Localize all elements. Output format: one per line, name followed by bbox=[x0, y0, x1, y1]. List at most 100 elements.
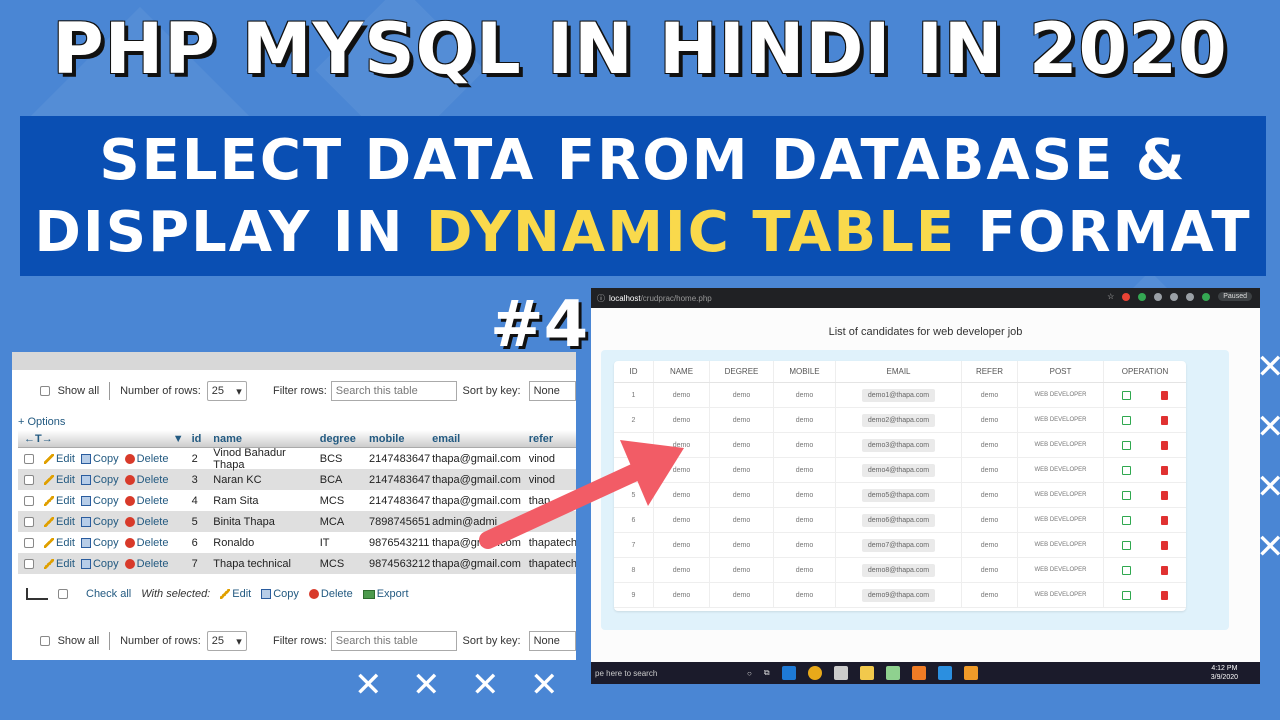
edit-icon[interactable] bbox=[1122, 440, 1131, 450]
row-checkbox[interactable] bbox=[24, 537, 34, 548]
cell-email: demo5@thapa.com bbox=[836, 483, 962, 507]
extension-icon[interactable] bbox=[1170, 292, 1179, 301]
bulk-export-button[interactable]: Export bbox=[362, 588, 409, 600]
taskbar-search[interactable]: pe here to search bbox=[591, 669, 741, 678]
show-all-checkbox-bottom[interactable] bbox=[40, 636, 50, 646]
row-copy-button[interactable]: Copy bbox=[80, 495, 119, 507]
bulk-delete-button[interactable]: Delete bbox=[308, 588, 353, 600]
row-checkbox[interactable] bbox=[24, 474, 34, 485]
cell-email: demo4@thapa.com bbox=[836, 458, 962, 482]
star-icon[interactable]: ☆ bbox=[1107, 292, 1114, 301]
cell-degree: demo bbox=[710, 433, 774, 457]
row-edit-button[interactable]: Edit bbox=[44, 516, 75, 528]
edit-icon[interactable] bbox=[1122, 490, 1131, 500]
browser-address-bar[interactable]: ⓘ localhost/crudprac/home.php ☆ Paused bbox=[591, 288, 1260, 308]
cell-name: Ronaldo bbox=[213, 536, 255, 549]
cell-refer: demo bbox=[962, 558, 1018, 582]
check-all-checkbox[interactable] bbox=[58, 589, 68, 599]
extension-icon[interactable] bbox=[1186, 292, 1195, 301]
row-checkbox[interactable] bbox=[24, 516, 34, 527]
filter-search-input-bottom[interactable]: Search this table bbox=[330, 631, 457, 651]
row-checkbox[interactable] bbox=[24, 453, 34, 464]
extension-icon[interactable] bbox=[1122, 292, 1131, 301]
row-delete-button[interactable]: Delete bbox=[124, 537, 168, 549]
sublime-icon[interactable] bbox=[963, 666, 978, 680]
check-all-label[interactable]: Check all bbox=[86, 588, 131, 600]
cell-mobile: demo bbox=[774, 483, 836, 507]
trash-icon[interactable] bbox=[1161, 490, 1168, 500]
extension-icon[interactable] bbox=[1202, 292, 1211, 301]
xampp-icon[interactable] bbox=[911, 666, 926, 680]
trash-icon[interactable] bbox=[1161, 465, 1168, 475]
show-all-checkbox[interactable] bbox=[40, 386, 50, 396]
row-copy-button[interactable]: Copy bbox=[80, 558, 119, 570]
row-copy-button[interactable]: Copy bbox=[80, 474, 119, 486]
row-copy-button[interactable]: Copy bbox=[80, 537, 119, 549]
column-arrows[interactable]: ←T→ ▼ bbox=[18, 433, 192, 445]
cell-post: WEB DEVELOPER bbox=[1018, 483, 1104, 507]
edge-icon[interactable] bbox=[781, 666, 796, 680]
trash-icon[interactable] bbox=[1161, 390, 1168, 400]
row-checkbox[interactable] bbox=[24, 558, 34, 569]
profile-paused-badge[interactable]: Paused bbox=[1218, 292, 1252, 301]
delete-icon bbox=[124, 558, 135, 569]
row-delete-button[interactable]: Delete bbox=[124, 453, 168, 465]
cell-id: 8 bbox=[614, 558, 654, 582]
extension-icon[interactable] bbox=[1154, 292, 1163, 301]
edit-icon[interactable] bbox=[1122, 515, 1131, 525]
rows-select-bottom[interactable]: 25 ▾ bbox=[206, 631, 247, 651]
store-icon[interactable] bbox=[833, 666, 848, 680]
chrome-icon[interactable] bbox=[807, 666, 822, 680]
row-edit-button[interactable]: Edit bbox=[44, 495, 75, 507]
cortana-icon[interactable]: ○ bbox=[747, 669, 752, 678]
sort-select[interactable]: None bbox=[528, 381, 576, 401]
filter-search-input[interactable]: Search this table bbox=[330, 381, 457, 401]
taskbar-clock[interactable]: 4:12 PM 3/9/2020 bbox=[1211, 664, 1238, 682]
cell-post: WEB DEVELOPER bbox=[1018, 533, 1104, 557]
bulk-edit-button[interactable]: Edit bbox=[220, 588, 251, 600]
url-text[interactable]: localhost/crudprac/home.php bbox=[609, 294, 712, 303]
trash-icon[interactable] bbox=[1161, 440, 1168, 450]
col-name[interactable]: name bbox=[213, 433, 319, 445]
rows-select[interactable]: 25 ▾ bbox=[206, 381, 247, 401]
folder-icon[interactable] bbox=[859, 666, 874, 680]
trash-icon[interactable] bbox=[1161, 565, 1168, 575]
trash-icon[interactable] bbox=[1161, 590, 1168, 600]
edit-icon[interactable] bbox=[1122, 540, 1131, 550]
cell-operation bbox=[1104, 408, 1186, 432]
row-delete-button[interactable]: Delete bbox=[124, 474, 168, 486]
bulk-copy-button[interactable]: Copy bbox=[261, 588, 299, 600]
cell-degree: MCA bbox=[319, 515, 345, 528]
trash-icon[interactable] bbox=[1161, 540, 1168, 550]
row-edit-button[interactable]: Edit bbox=[44, 453, 75, 465]
row-delete-button[interactable]: Delete bbox=[124, 495, 168, 507]
options-link[interactable]: + Options bbox=[18, 416, 65, 428]
task-view-icon[interactable]: ⧉ bbox=[764, 668, 770, 678]
edit-icon[interactable] bbox=[1122, 565, 1131, 575]
sticky-notes-icon[interactable] bbox=[885, 666, 900, 680]
row-checkbox[interactable] bbox=[24, 495, 34, 506]
cell-name: demo bbox=[654, 383, 710, 407]
edit-icon[interactable] bbox=[1122, 590, 1131, 600]
col-mobile[interactable]: mobile bbox=[369, 433, 432, 445]
row-edit-button[interactable]: Edit bbox=[44, 537, 75, 549]
cell-refer: demo bbox=[962, 483, 1018, 507]
cell-post: WEB DEVELOPER bbox=[1018, 433, 1104, 457]
col-id[interactable]: id bbox=[192, 433, 214, 445]
row-copy-button[interactable]: Copy bbox=[80, 453, 119, 465]
row-delete-button[interactable]: Delete bbox=[124, 516, 168, 528]
edit-icon[interactable] bbox=[1122, 465, 1131, 475]
row-delete-button[interactable]: Delete bbox=[124, 558, 168, 570]
col-degree[interactable]: degree bbox=[320, 433, 369, 445]
row-edit-button[interactable]: Edit bbox=[44, 474, 75, 486]
episode-badge: #4 bbox=[490, 288, 589, 362]
row-copy-button[interactable]: Copy bbox=[80, 516, 119, 528]
trash-icon[interactable] bbox=[1161, 415, 1168, 425]
extension-icon[interactable] bbox=[1138, 292, 1147, 301]
row-edit-button[interactable]: Edit bbox=[44, 558, 75, 570]
sort-select-bottom[interactable]: None bbox=[528, 631, 576, 651]
edit-icon[interactable] bbox=[1122, 415, 1131, 425]
trash-icon[interactable] bbox=[1161, 515, 1168, 525]
edit-icon[interactable] bbox=[1122, 390, 1131, 400]
vscode-icon[interactable] bbox=[937, 666, 952, 680]
